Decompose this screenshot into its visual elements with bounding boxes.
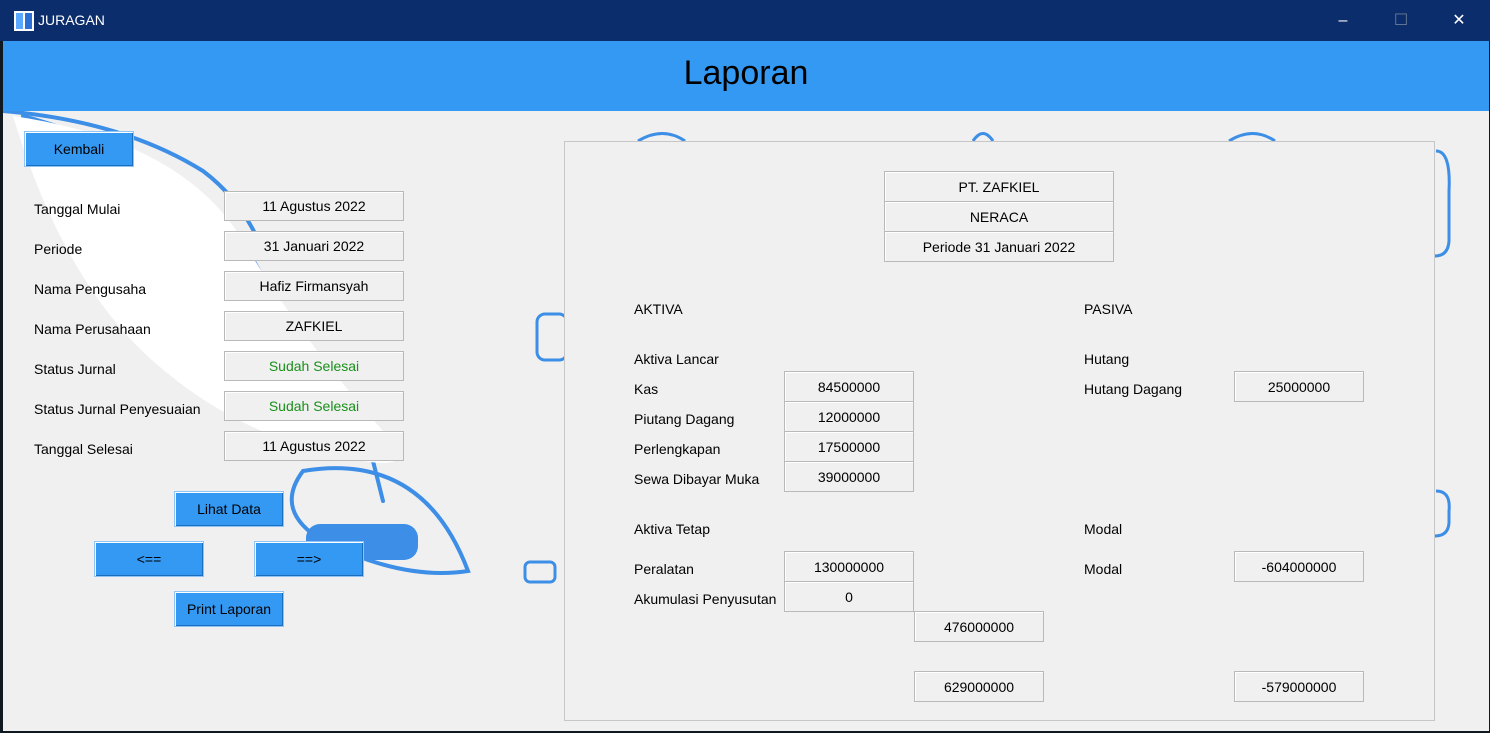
value-hutang-dagang: 25000000	[1234, 371, 1364, 402]
pasiva-total: -579000000	[1234, 671, 1364, 702]
lihat-data-button[interactable]: Lihat Data	[174, 491, 284, 527]
aktiva-tetap-heading: Aktiva Tetap	[634, 521, 711, 537]
label-tanggal-selesai: Tanggal Selesai	[34, 441, 133, 457]
value-kas: 84500000	[784, 371, 914, 402]
prev-button[interactable]: <==	[94, 541, 204, 577]
label-akumulasi-penyusutan: Akumulasi Penyusutan	[634, 591, 777, 607]
aktiva-heading: AKTIVA	[634, 301, 683, 317]
title-bar	[0, 0, 1490, 41]
label-modal: Modal	[1084, 561, 1123, 577]
value-peralatan: 130000000	[784, 551, 914, 582]
field-status-jurnal: Sudah Selesai	[224, 351, 404, 381]
print-laporan-button[interactable]: Print Laporan	[174, 591, 284, 627]
next-button[interactable]: ==>	[254, 541, 364, 577]
report-period: Periode 31 Januari 2022	[884, 231, 1114, 262]
back-button[interactable]: Kembali	[24, 131, 134, 167]
value-perlengkapan: 17500000	[784, 431, 914, 462]
field-tanggal-selesai: 11 Agustus 2022	[224, 431, 404, 461]
field-periode: 31 Januari 2022	[224, 231, 404, 261]
report-company: PT. ZAFKIEL	[884, 171, 1114, 202]
value-piutang-dagang: 12000000	[784, 401, 914, 432]
label-sewa-dibayar-muka: Sewa Dibayar Muka	[634, 471, 760, 487]
value-sewa-dibayar-muka: 39000000	[784, 461, 914, 492]
label-nama-pengusaha: Nama Pengusaha	[34, 281, 147, 297]
label-tanggal-mulai: Tanggal Mulai	[34, 201, 121, 217]
hutang-heading: Hutang	[1084, 351, 1130, 367]
close-button[interactable]: ✕	[1430, 0, 1488, 41]
minimize-button[interactable]: –	[1314, 0, 1372, 41]
label-hutang-dagang: Hutang Dagang	[1084, 381, 1183, 397]
label-piutang-dagang: Piutang Dagang	[634, 411, 735, 427]
aktiva-lancar-heading: Aktiva Lancar	[634, 351, 719, 367]
label-peralatan: Peralatan	[634, 561, 694, 577]
app-logo-icon	[14, 11, 34, 31]
field-nama-perusahaan: ZAFKIEL	[224, 311, 404, 341]
maximize-button[interactable]: ☐	[1372, 0, 1430, 41]
aktiva-subtotal: 476000000	[914, 611, 1044, 642]
page-title: Laporan	[683, 54, 809, 92]
modal-heading: Modal	[1084, 521, 1123, 537]
label-status-jurnal-penyesuaian: Status Jurnal Penyesuaian	[34, 401, 201, 417]
label-nama-perusahaan: Nama Perusahaan	[34, 321, 151, 337]
field-tanggal-mulai: 11 Agustus 2022	[224, 191, 404, 221]
aktiva-total: 629000000	[914, 671, 1044, 702]
label-perlengkapan: Perlengkapan	[634, 441, 721, 457]
pasiva-heading: PASIVA	[1084, 301, 1133, 317]
report-statement: NERACA	[884, 201, 1114, 232]
value-modal: -604000000	[1234, 551, 1364, 582]
field-status-jurnal-penyesuaian: Sudah Selesai	[224, 391, 404, 421]
field-nama-pengusaha: Hafiz Firmansyah	[224, 271, 404, 301]
value-akumulasi-penyusutan: 0	[784, 581, 914, 612]
window-title: JURAGAN	[38, 12, 105, 28]
label-periode: Periode	[34, 241, 83, 257]
label-status-jurnal: Status Jurnal	[34, 361, 116, 377]
label-kas: Kas	[634, 381, 659, 397]
